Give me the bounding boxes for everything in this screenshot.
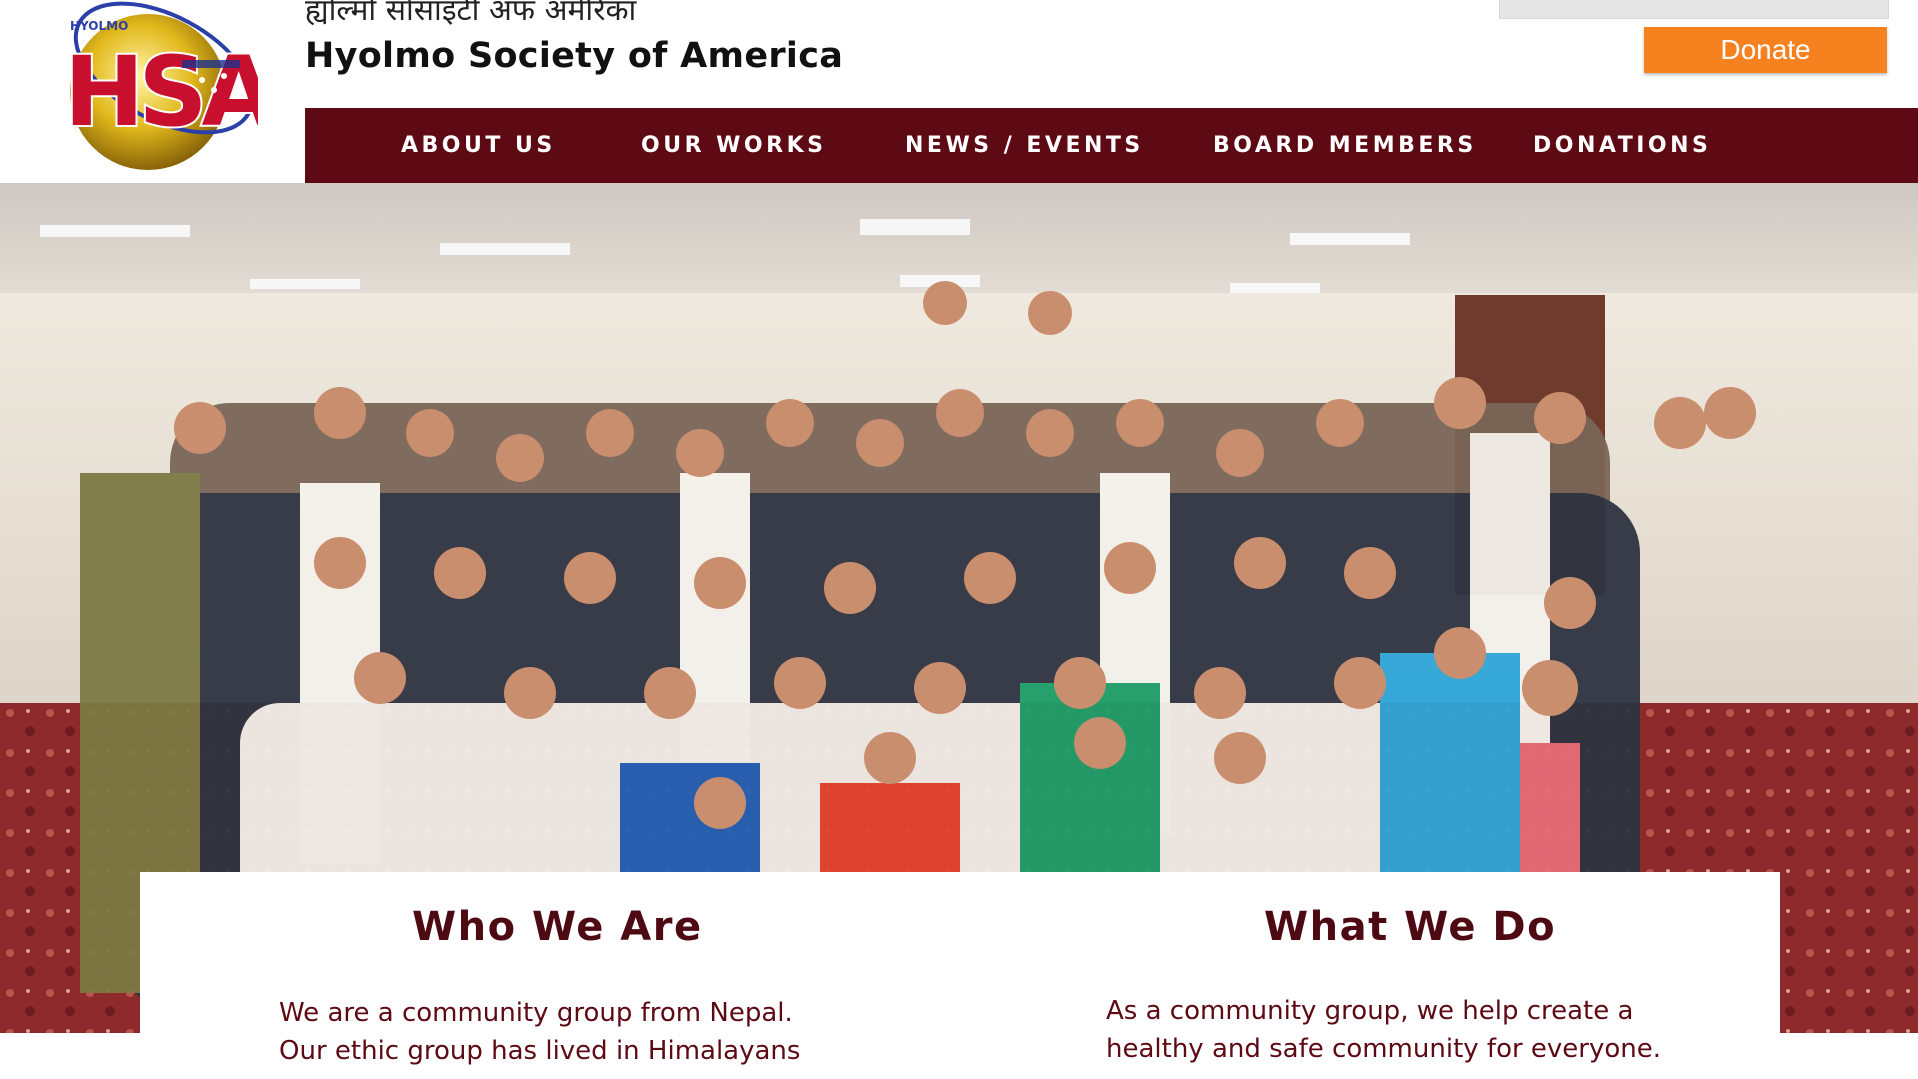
page-edge-right (1780, 1033, 1918, 1079)
donate-button[interactable]: Donate (1644, 27, 1887, 73)
nav-item-board-members[interactable]: BOARD MEMBERS (1213, 108, 1477, 183)
hsa-logo[interactable]: HYOLMO HSA (52, 0, 258, 172)
nav-item-our-works[interactable]: OUR WORKS (641, 108, 826, 183)
nav-item-about-us[interactable]: ABOUT US (401, 108, 556, 183)
who-we-are-heading: Who We Are (412, 904, 703, 950)
who-we-are-text: We are a community group from Nepal. Our… (279, 998, 801, 1066)
logo-letters: HSA (64, 36, 258, 148)
intro-card: Who We Are We are a community group from… (140, 872, 1780, 1079)
what-we-do-heading: What We Do (1264, 904, 1557, 950)
page-edge-left (0, 1033, 140, 1079)
site-title-english: Hyolmo Society of America (305, 36, 844, 76)
logo-top-text: HYOLMO (70, 19, 128, 33)
top-search-bar[interactable] (1499, 0, 1889, 19)
nav-item-donations[interactable]: DONATIONS (1533, 108, 1711, 183)
main-nav: ABOUT US OUR WORKS NEWS / EVENTS BOARD M… (305, 108, 1918, 183)
nav-item-news-events[interactable]: NEWS / EVENTS (905, 108, 1144, 183)
what-we-do-text: As a community group, we help create a h… (1106, 996, 1662, 1064)
site-title-nepali: ह्योल्मो सोसाइटी अफ अमेरिका (305, 0, 637, 28)
